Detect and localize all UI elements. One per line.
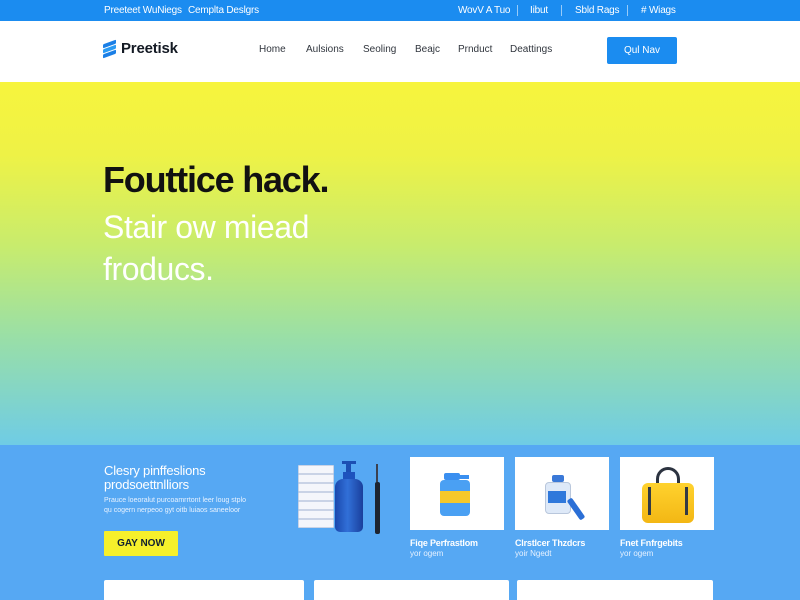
product-card-1[interactable]	[410, 457, 504, 530]
stacked-boxes-icon	[298, 465, 334, 529]
topbar-link-left-2[interactable]: Cemplta Deslgrs	[188, 5, 259, 16]
hero-subtitle-line-1: Stair ow miead	[103, 209, 310, 245]
topbar-link-right-1[interactable]: WovV A Tuo	[458, 5, 510, 16]
yellow-bag-icon	[642, 467, 694, 523]
spray-bottle-icon	[440, 473, 472, 517]
hero-subtitle: Stair ow miead froducs.	[103, 206, 309, 290]
nav-item-4[interactable]: Beajc	[415, 44, 440, 55]
product-card-3-name[interactable]: Fnet Fnfrgebits	[620, 538, 683, 548]
next-section-card-1	[104, 580, 304, 600]
band-title-line-1: Clesry pinffeslions	[104, 463, 206, 478]
nav-item-product[interactable]: Prnduct	[458, 44, 492, 55]
hero-subtitle-line-2: froducs.	[103, 251, 214, 287]
logo-mark-icon	[103, 39, 117, 58]
product-card-2-sub: yoir Ngedt	[515, 549, 552, 558]
nav-item-2[interactable]: Aulsions	[306, 44, 344, 55]
product-card-2[interactable]	[515, 457, 609, 530]
band-title: Clesry pinffeslions prodsoettnlliors	[104, 463, 206, 492]
header-cta-button[interactable]: Qul Nav	[607, 37, 677, 64]
topbar-link-right-2[interactable]: Iibut	[530, 5, 548, 16]
topbar-divider	[627, 5, 628, 16]
site-logo[interactable]: Preetisk	[103, 39, 178, 58]
topbar-link-right-3[interactable]: Sbld Rags	[575, 5, 620, 16]
topbar-link-right-4[interactable]: # Wiags	[641, 5, 676, 16]
product-card-2-name[interactable]: Clrstlcer Thzdcrs	[515, 538, 585, 548]
nav-item-6[interactable]: Deattings	[510, 44, 552, 55]
logo-text: Preetisk	[121, 40, 178, 57]
product-card-3-sub: yor ogem	[620, 549, 654, 558]
nav-item-3[interactable]: Seoling	[363, 44, 396, 55]
product-card-3[interactable]	[620, 457, 714, 530]
clear-bottle-icon	[545, 475, 586, 521]
nav-item-home[interactable]: Home	[259, 44, 286, 55]
pump-bottle-icon	[334, 461, 364, 533]
topbar-divider	[517, 5, 518, 16]
top-utility-bar: Preeteet WuNiegs Cemplta Deslgrs WovV A …	[0, 0, 800, 21]
topbar-link-left-1[interactable]: Preeteet WuNiegs	[104, 5, 182, 16]
applicator-wand-icon	[375, 464, 380, 534]
next-section-card-3	[517, 580, 713, 600]
band-description: Prauce loeoralut purcoamrrtont leer loug…	[104, 496, 274, 516]
site-header: Preetisk Home Aulsions Seoling Beajc Prn…	[0, 21, 800, 82]
product-showcase-image	[298, 461, 388, 535]
hero-title: Fouttice hack.	[103, 159, 329, 200]
band-desc-line-1: Prauce loeoralut purcoamrrtont leer loug…	[104, 497, 247, 504]
buy-now-button[interactable]: GAY NOW	[104, 531, 178, 556]
band-title-line-2: prodsoettnlliors	[104, 477, 189, 492]
product-band: Clesry pinffeslions prodsoettnlliors Pra…	[0, 445, 800, 600]
product-card-1-sub: yor ogem	[410, 549, 444, 558]
product-card-1-name[interactable]: Fiqe Perfrastlom	[410, 538, 478, 548]
next-section-card-2	[314, 580, 509, 600]
band-desc-line-2: qu cogern nerpeoo gyt oitb luiaos saneel…	[104, 507, 241, 514]
topbar-divider	[561, 5, 562, 16]
hero-section: Fouttice hack. Stair ow miead froducs.	[0, 82, 800, 445]
